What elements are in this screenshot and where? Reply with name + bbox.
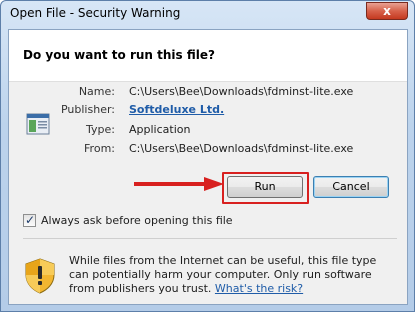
title-bar: Open File - Security Warning x bbox=[1, 1, 414, 27]
always-ask-label[interactable]: Always ask before opening this file bbox=[41, 214, 233, 227]
warning-message: While files from the Internet can be use… bbox=[69, 254, 399, 296]
name-row: Name: C:\Users\Bee\Downloads\fdminst-lit… bbox=[9, 85, 407, 101]
checkmark-icon: ✓ bbox=[25, 213, 36, 227]
question-text: Do you want to run this file? bbox=[23, 48, 215, 62]
security-warning-dialog: Open File - Security Warning x Do you wa… bbox=[0, 0, 415, 312]
name-value: C:\Users\Bee\Downloads\fdminst-lite.exe bbox=[129, 85, 354, 98]
red-arrow-annotation bbox=[134, 177, 224, 191]
from-row: From: C:\Users\Bee\Downloads\fdminst-lit… bbox=[9, 142, 407, 158]
type-row: Type: Application bbox=[9, 123, 407, 139]
from-value: C:\Users\Bee\Downloads\fdminst-lite.exe bbox=[129, 142, 354, 155]
security-shield-icon bbox=[25, 258, 55, 294]
from-label: From: bbox=[84, 142, 115, 155]
run-button[interactable]: Run bbox=[227, 176, 303, 198]
always-ask-checkbox[interactable]: ✓ bbox=[23, 213, 36, 227]
dialog-body: Do you want to run this file? Name: C:\U… bbox=[8, 29, 408, 305]
name-label: Name: bbox=[78, 85, 115, 98]
window-title: Open File - Security Warning bbox=[10, 6, 181, 20]
publisher-label: Publisher: bbox=[60, 103, 115, 116]
publisher-row: Publisher: Softdeluxe Ltd. bbox=[9, 103, 407, 119]
type-label: Type: bbox=[86, 123, 115, 136]
always-ask-option[interactable]: ✓ Always ask before opening this file bbox=[23, 213, 323, 229]
type-value: Application bbox=[129, 123, 191, 136]
cancel-button[interactable]: Cancel bbox=[313, 176, 389, 198]
close-button[interactable]: x bbox=[366, 2, 408, 20]
publisher-link[interactable]: Softdeluxe Ltd. bbox=[129, 103, 224, 116]
question-header: Do you want to run this file? bbox=[9, 30, 407, 82]
whats-the-risk-link[interactable]: What's the risk? bbox=[215, 282, 303, 295]
close-icon: x bbox=[383, 4, 391, 18]
divider bbox=[23, 238, 397, 239]
